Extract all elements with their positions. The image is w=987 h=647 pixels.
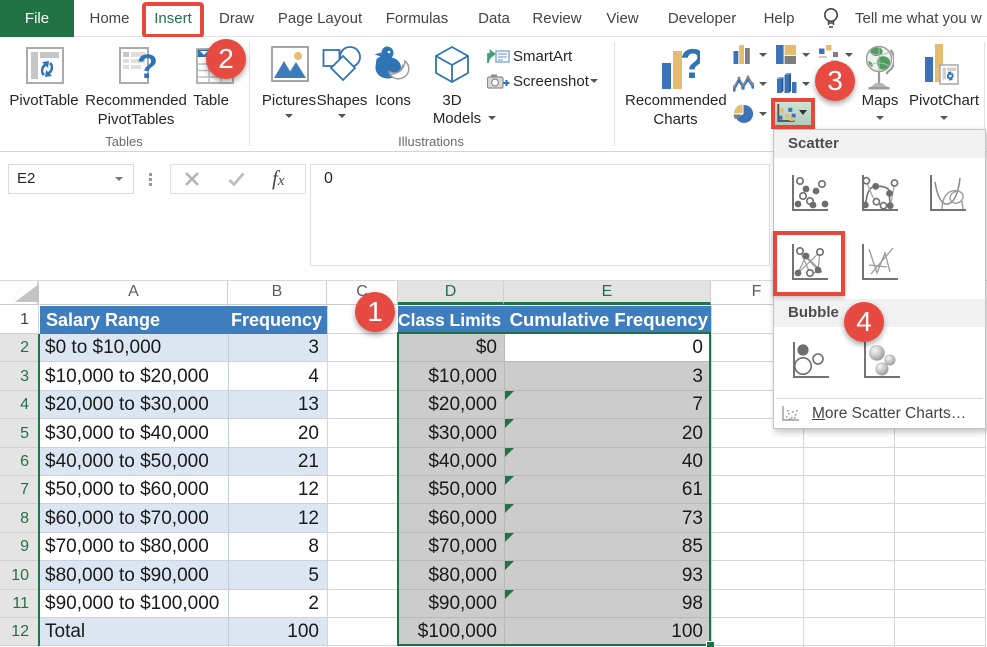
svg-text:?: ? xyxy=(137,48,158,84)
svg-text:?: ? xyxy=(680,42,700,87)
